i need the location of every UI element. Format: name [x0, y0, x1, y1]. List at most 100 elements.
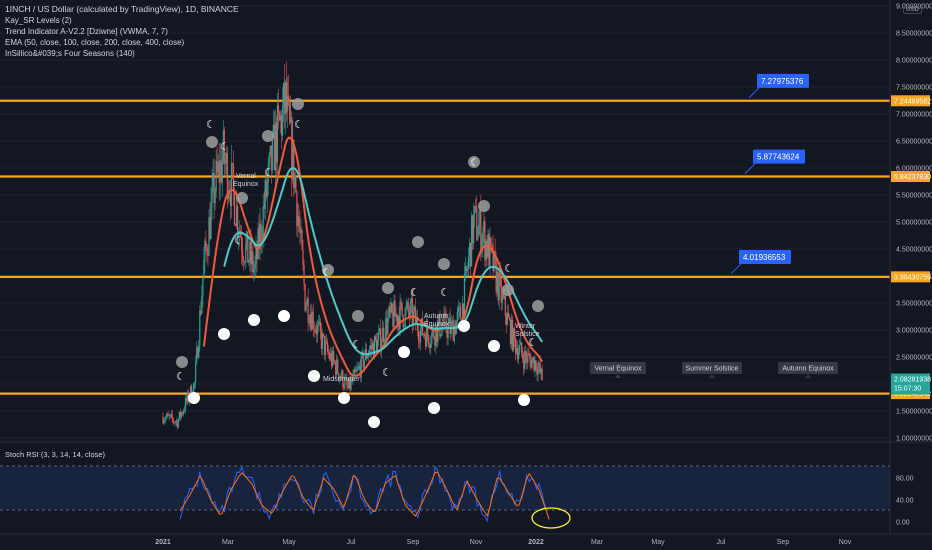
- rsi-axis: 80.00 40.00 0.00: [889, 442, 914, 534]
- new-moon-marker: [188, 392, 200, 404]
- sr-level-badge-label: 7.24469582: [894, 98, 931, 105]
- full-moon-marker: [352, 310, 364, 322]
- price-tick-label: 3.50000000: [896, 301, 932, 308]
- candle-body: [277, 105, 280, 113]
- future-summer-solstice: Summer Solstice: [682, 362, 742, 378]
- candle-body: [185, 398, 188, 402]
- candle-body: [424, 334, 426, 336]
- candle-body: [471, 215, 473, 267]
- candle-body: [540, 368, 542, 373]
- full-moon-marker: [292, 98, 304, 110]
- time-axis[interactable]: 2021 Mar May Jul Sep Nov 2022 Mar May Jul Sep Nov: [0, 533, 932, 546]
- legend-trend-indicator[interactable]: Trend Indicator A-V2.2 [Dziwne] (VWMA, 7…: [5, 27, 168, 37]
- candle-body: [428, 335, 430, 345]
- time-tick-label: Sep: [777, 539, 790, 546]
- candle-body: [425, 335, 427, 347]
- price-axis[interactable]: 9.000000008.500000008.000000007.50000000…: [889, 0, 932, 443]
- candle-body: [526, 357, 528, 363]
- full-moon-marker: [478, 200, 490, 212]
- candle-body: [476, 206, 478, 240]
- candle-body: [314, 329, 316, 331]
- legend-kay-sr[interactable]: Kay_SR Levels (2): [5, 16, 72, 26]
- candle-body: [391, 302, 393, 313]
- candle-body: [440, 334, 442, 337]
- price-tick-label: 8.50000000: [896, 31, 932, 38]
- candle-body: [273, 124, 275, 171]
- future-vernal-label: Vernal Equinox: [594, 366, 642, 373]
- full-moon-marker: [236, 192, 248, 204]
- currency-label[interactable]: USD: [903, 6, 922, 14]
- candle-body: [282, 83, 285, 107]
- full-moon-marker: [382, 282, 394, 294]
- candle-body: [289, 101, 291, 123]
- candle-body: [199, 310, 201, 346]
- candle-body: [175, 420, 177, 422]
- candle-body: [409, 302, 411, 317]
- candle-body: [242, 250, 244, 260]
- candle-body: [209, 217, 211, 239]
- full-moon-marker: [206, 136, 218, 148]
- candle-body: [221, 160, 223, 183]
- candle-body: [508, 317, 511, 320]
- candle-body: [490, 237, 492, 245]
- future-autumn-equinox: Autumn Equinox: [778, 362, 838, 378]
- candle-body: [194, 382, 196, 384]
- legend-ema[interactable]: EMA (50, close, 100, close, 200, close, …: [5, 38, 184, 48]
- candle-body: [486, 240, 488, 258]
- candle-body: [434, 337, 436, 346]
- candle-body: [484, 221, 486, 260]
- moon-phase-icon: ☾: [264, 166, 274, 179]
- moon-phase-icon: ☾: [220, 140, 230, 153]
- candle-body: [291, 117, 293, 180]
- candle-body: [515, 348, 518, 354]
- candle-body: [225, 153, 227, 164]
- candle-body: [507, 312, 510, 318]
- candle-body: [303, 264, 305, 285]
- candle-body: [379, 328, 381, 333]
- legend-four-seasons[interactable]: InSillico&#039;s Four Seasons (140): [5, 49, 135, 59]
- rsi-tick-label: 0.00: [896, 520, 910, 527]
- price-grid: [0, 5, 890, 439]
- candle-body: [404, 308, 406, 327]
- candle-body: [410, 298, 412, 303]
- price-tick-label: 8.00000000: [896, 58, 932, 65]
- candle-body: [252, 251, 254, 273]
- candle-body: [371, 343, 374, 349]
- candle-body: [275, 122, 278, 163]
- candle-body: [325, 341, 328, 343]
- candle-body: [429, 344, 431, 348]
- full-moon-marker: [502, 284, 514, 296]
- moon-phase-icon: ☾: [206, 118, 216, 131]
- candle-body: [165, 416, 167, 420]
- candle-body: [506, 312, 508, 325]
- price-callout-label: 4.01936553: [743, 253, 786, 262]
- price-tick-label: 3.00000000: [896, 328, 932, 335]
- candle-body: [333, 351, 335, 361]
- candle-body: [478, 224, 480, 237]
- candle-body: [335, 362, 337, 375]
- new-moon-marker: [488, 340, 500, 352]
- time-tick-label: May: [651, 539, 665, 546]
- price-tick-label: 5.50000000: [896, 193, 932, 200]
- candle-body: [499, 272, 501, 278]
- chart-stage[interactable]: ☾☾☾☾☾☾☾☾☾☾ ☾☾☾☾ Vernal Equinox Midsummer …: [0, 0, 932, 550]
- candle-body: [482, 232, 484, 244]
- candle-body: [464, 266, 467, 274]
- candle-body: [235, 205, 238, 226]
- time-tick-label: Mar: [222, 539, 235, 546]
- candle-body: [378, 332, 380, 340]
- candle-body: [496, 271, 498, 292]
- candle-body: [207, 254, 209, 256]
- candle-body: [183, 410, 186, 412]
- price-tick-label: 4.50000000: [896, 247, 932, 254]
- candle-body: [407, 302, 409, 313]
- candle-body: [356, 368, 358, 371]
- candle-body: [458, 306, 460, 308]
- candle-body: [296, 191, 298, 227]
- candle-body: [300, 229, 302, 234]
- future-summer-label: Summer Solstice: [686, 366, 739, 373]
- candle-body: [491, 244, 493, 247]
- candle-body: [246, 231, 248, 244]
- candle-body: [248, 260, 250, 263]
- sr-level-badge-label: 3.98430759: [894, 274, 931, 281]
